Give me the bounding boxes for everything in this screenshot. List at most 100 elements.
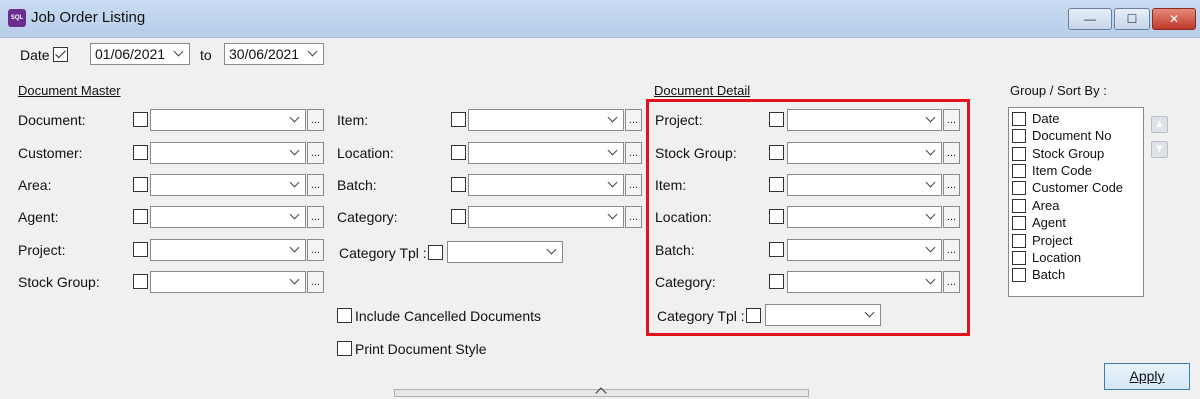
list-item-label: Batch (1032, 267, 1066, 282)
category-tpl-checkbox[interactable] (746, 308, 761, 323)
list-item-checkbox[interactable] (1012, 199, 1026, 213)
field-enable-checkbox[interactable] (133, 242, 148, 257)
field-enable-checkbox[interactable] (133, 209, 148, 224)
chevron-down-icon (291, 149, 299, 157)
field-enable-checkbox[interactable] (133, 112, 148, 127)
browse-button[interactable]: ... (943, 174, 960, 196)
field-label: Project: (655, 112, 703, 128)
field-enable-checkbox[interactable] (133, 145, 148, 160)
list-item-checkbox[interactable] (1012, 181, 1026, 195)
list-item-label: Location (1032, 250, 1082, 265)
field-label: Item: (655, 177, 687, 193)
field-enable-checkbox[interactable] (769, 112, 784, 127)
date-checkbox[interactable] (53, 47, 68, 62)
field-combo[interactable] (468, 142, 624, 164)
field-enable-checkbox[interactable] (451, 112, 466, 127)
panel-splitter[interactable] (394, 387, 809, 399)
browse-button[interactable]: ... (943, 109, 960, 131)
list-item-checkbox[interactable] (1012, 164, 1026, 178)
field-combo[interactable] (150, 271, 306, 293)
browse-button[interactable]: ... (307, 239, 324, 261)
window-client-area: Date 01/06/2021 to 30/06/2021 Document M… (0, 38, 1200, 399)
field-combo[interactable] (787, 206, 942, 228)
category-tpl-label: Category Tpl : (657, 308, 745, 324)
chevron-down-icon (291, 116, 299, 124)
field-enable-checkbox[interactable] (133, 177, 148, 192)
field-combo[interactable] (787, 109, 942, 131)
field-enable-checkbox[interactable] (451, 209, 466, 224)
apply-button[interactable]: Apply (1104, 363, 1190, 390)
field-label: Stock Group: (655, 145, 737, 161)
browse-button[interactable]: ... (943, 239, 960, 261)
chevron-down-icon (291, 278, 299, 286)
field-combo[interactable] (150, 239, 306, 261)
browse-button[interactable]: ... (625, 142, 642, 164)
arrow-up-icon: ▲ (1154, 118, 1165, 130)
field-combo[interactable] (150, 109, 306, 131)
field-combo[interactable] (150, 206, 306, 228)
date-to-picker[interactable]: 30/06/2021 (224, 43, 324, 65)
category-tpl-combo[interactable] (447, 241, 563, 263)
list-item-label: Date (1032, 111, 1060, 126)
date-from-picker[interactable]: 01/06/2021 (90, 43, 190, 65)
maximize-button[interactable]: ☐ (1114, 8, 1150, 30)
field-combo[interactable] (787, 174, 942, 196)
field-label: Agent: (18, 209, 59, 225)
browse-button[interactable]: ... (307, 206, 324, 228)
print-document-style-checkbox[interactable] (337, 341, 352, 356)
chevron-down-icon (927, 116, 935, 124)
list-item-checkbox[interactable] (1012, 234, 1026, 248)
list-item-label: Project (1032, 233, 1073, 248)
field-combo[interactable] (787, 271, 942, 293)
field-enable-checkbox[interactable] (769, 145, 784, 160)
field-enable-checkbox[interactable] (133, 274, 148, 289)
list-item-checkbox[interactable] (1012, 251, 1026, 265)
browse-button[interactable]: ... (307, 271, 324, 293)
title-bar: SQL Job Order Listing — ☐ ✕ (0, 0, 1200, 38)
field-label: Area: (18, 177, 52, 193)
list-item-checkbox[interactable] (1012, 112, 1026, 126)
chevron-down-icon (927, 181, 935, 189)
browse-button[interactable]: ... (625, 174, 642, 196)
field-combo[interactable] (150, 174, 306, 196)
list-item-checkbox[interactable] (1012, 129, 1026, 143)
field-enable-checkbox[interactable] (451, 177, 466, 192)
move-up-button[interactable]: ▲ (1151, 116, 1168, 133)
include-cancelled-checkbox[interactable] (337, 308, 352, 323)
field-combo[interactable] (787, 239, 942, 261)
browse-button[interactable]: ... (625, 109, 642, 131)
minimize-button[interactable]: — (1068, 8, 1112, 30)
field-combo[interactable] (468, 109, 624, 131)
chevron-down-icon (609, 149, 617, 157)
close-button[interactable]: ✕ (1152, 8, 1196, 30)
browse-button[interactable]: ... (307, 174, 324, 196)
field-combo[interactable] (468, 206, 624, 228)
browse-button[interactable]: ... (307, 142, 324, 164)
category-tpl-checkbox[interactable] (428, 245, 443, 260)
field-enable-checkbox[interactable] (769, 242, 784, 257)
field-enable-checkbox[interactable] (451, 145, 466, 160)
field-combo[interactable] (787, 142, 942, 164)
category-tpl-combo[interactable] (765, 304, 881, 326)
browse-button[interactable]: ... (943, 271, 960, 293)
browse-button[interactable]: ... (943, 206, 960, 228)
chevron-down-icon (175, 50, 183, 58)
browse-button[interactable]: ... (943, 142, 960, 164)
browse-button[interactable]: ... (625, 206, 642, 228)
field-label: Batch: (337, 177, 377, 193)
field-combo[interactable] (150, 142, 306, 164)
date-label: Date (20, 47, 50, 63)
list-item-checkbox[interactable] (1012, 268, 1026, 282)
list-item-checkbox[interactable] (1012, 147, 1026, 161)
field-enable-checkbox[interactable] (769, 177, 784, 192)
field-enable-checkbox[interactable] (769, 209, 784, 224)
list-item-checkbox[interactable] (1012, 216, 1026, 230)
chevron-down-icon (866, 311, 874, 319)
field-enable-checkbox[interactable] (769, 274, 784, 289)
move-down-button[interactable]: ▼ (1151, 141, 1168, 158)
app-icon: SQL (8, 9, 26, 27)
group-sort-list[interactable]: Date Document No Stock Group Item Code C… (1008, 107, 1144, 297)
browse-button[interactable]: ... (307, 109, 324, 131)
field-combo[interactable] (468, 174, 624, 196)
field-label: Item: (337, 112, 369, 128)
